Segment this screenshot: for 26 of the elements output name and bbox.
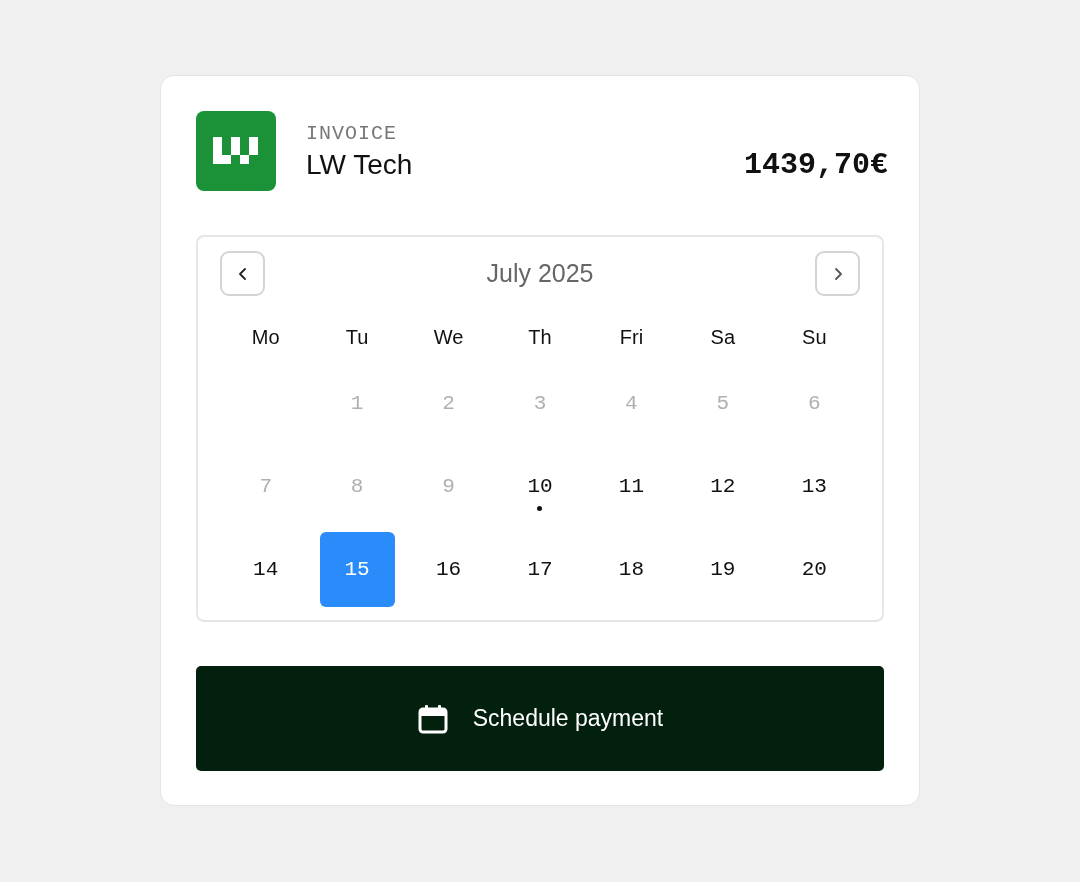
weekday-label: Su [802,325,827,349]
calendar-day[interactable]: 13 [776,449,852,524]
calendar-day[interactable]: 18 [593,532,669,607]
calendar-day[interactable]: 19 [685,532,761,607]
weekday-label: Fri [619,325,644,349]
weekday-label: Mo [251,325,280,349]
logo-icon [196,111,276,191]
calendar-day[interactable]: 14 [228,532,304,607]
company-name: LW Tech [306,148,414,181]
invoice-amount: 1439,70€ [743,148,888,182]
weekday-label: Th [528,325,552,349]
invoice-label: INVOICE [306,121,398,145]
weekday-label: Tu [345,325,369,349]
calendar-day[interactable]: 10 [502,449,578,524]
weekday-label: We [433,325,464,349]
calendar-day[interactable]: 20 [776,532,852,607]
calendar-day[interactable]: 16 [411,532,487,607]
calendar-icon [416,702,449,735]
calendar-day[interactable]: 12 [685,449,761,524]
next-month-button[interactable] [815,251,860,296]
previous-month-button[interactable] [220,251,265,296]
schedule-payment-button[interactable]: Schedule payment [196,666,884,771]
calendar-day[interactable]: 17 [502,532,578,607]
month-title: July 2025 [486,259,594,288]
calendar-day[interactable]: 11 [593,449,669,524]
weekday-label: Sa [710,325,736,349]
